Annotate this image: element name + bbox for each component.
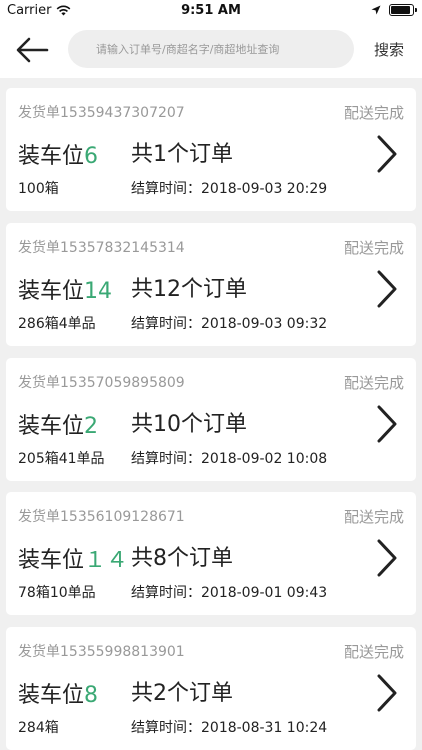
status-label: 配送完成: [343, 643, 404, 661]
bay-label: 装车位: [18, 279, 85, 304]
search-button[interactable]: 搜索: [366, 30, 412, 68]
settlement-time: 结算时间：2018-09-02 10:08: [131, 448, 327, 468]
chevron-right-icon[interactable]: [376, 538, 398, 578]
bay-number: 14: [84, 279, 113, 304]
settle-value: 2018-09-03 20:29: [201, 181, 328, 197]
bay-label: 装车位: [18, 414, 85, 439]
search-input[interactable]: [96, 42, 354, 56]
bay-label: 装车位: [18, 144, 85, 169]
settle-label: 结算时间：: [131, 451, 201, 467]
chevron-right-icon[interactable]: [376, 673, 398, 713]
settle-label: 结算时间：: [131, 316, 201, 332]
battery-level: [391, 6, 410, 14]
status-bar: Carrier 9:51 AM: [0, 0, 422, 22]
order-card[interactable]: 发货单15356109128671 配送完成 装车位１４ 共8个订单 78箱10…: [6, 492, 416, 615]
settle-value: 2018-09-03 09:32: [201, 316, 328, 332]
settle-label: 结算时间：: [131, 720, 201, 736]
loading-bay: 装车位8: [18, 677, 98, 709]
shipment-number: 发货单15356109128671: [18, 509, 185, 525]
shipment-number: 发货单15359437307207: [18, 105, 185, 121]
bay-number: 2: [84, 414, 99, 439]
quantity: 284箱: [18, 720, 59, 736]
bay-number: 6: [84, 144, 99, 169]
loading-bay: 装车位2: [18, 408, 98, 440]
status-label: 配送完成: [343, 508, 404, 526]
settle-label: 结算时间：: [131, 585, 201, 601]
chevron-right-icon[interactable]: [376, 404, 398, 444]
chevron-right-icon[interactable]: [376, 269, 398, 309]
bay-number: 8: [84, 683, 99, 708]
order-count: 共1个订单: [131, 142, 233, 167]
order-count: 共8个订单: [131, 546, 233, 571]
settle-value: 2018-09-02 10:08: [201, 451, 328, 467]
order-count: 共2个订单: [131, 681, 233, 706]
order-count: 共12个订单: [131, 277, 247, 302]
clock: 9:51 AM: [181, 3, 241, 18]
quantity: 205箱41单品: [18, 451, 105, 467]
bay-number: １４: [84, 548, 129, 573]
shipment-number: 发货单15355998813901: [18, 644, 185, 660]
arrow-left-icon: [16, 37, 49, 63]
nav-bar: 搜索: [0, 22, 422, 78]
quantity: 78箱10单品: [18, 585, 96, 601]
settlement-time: 结算时间：2018-09-03 09:32: [131, 313, 327, 333]
status-label: 配送完成: [343, 104, 404, 122]
shipment-number: 发货单15357832145314: [18, 240, 185, 256]
settlement-time: 结算时间：2018-08-31 10:24: [131, 717, 327, 737]
settle-label: 结算时间：: [131, 181, 201, 197]
order-card[interactable]: 发货单15357059895809 配送完成 装车位2 共10个订单 205箱4…: [6, 358, 416, 481]
status-indicators: [371, 4, 417, 16]
settlement-time: 结算时间：2018-09-03 20:29: [131, 178, 327, 198]
order-count: 共10个订单: [131, 412, 247, 437]
settle-value: 2018-08-31 10:24: [201, 720, 328, 736]
bay-label: 装车位: [18, 548, 85, 573]
status-label: 配送完成: [343, 239, 404, 257]
settlement-time: 结算时间：2018-09-01 09:43: [131, 582, 327, 602]
settle-value: 2018-09-01 09:43: [201, 585, 328, 601]
shipment-number: 发货单15357059895809: [18, 375, 185, 391]
search-box[interactable]: [68, 30, 354, 68]
loading-bay: 装车位6: [18, 138, 98, 170]
order-card[interactable]: 发货单15357832145314 配送完成 装车位14 共12个订单 286箱…: [6, 223, 416, 346]
back-button[interactable]: [12, 30, 52, 70]
quantity: 100箱: [18, 181, 59, 197]
chevron-right-icon[interactable]: [376, 134, 398, 174]
loading-bay: 装车位14: [18, 273, 112, 305]
loading-bay: 装车位１４: [18, 542, 128, 574]
order-card[interactable]: 发货单15359437307207 配送完成 装车位6 共1个订单 100箱 结…: [6, 88, 416, 211]
bay-label: 装车位: [18, 683, 85, 708]
order-card[interactable]: 发货单15355998813901 配送完成 装车位8 共2个订单 284箱 结…: [6, 627, 416, 750]
quantity: 286箱4单品: [18, 316, 96, 332]
location-arrow-icon: [371, 5, 381, 15]
battery-icon: [389, 4, 417, 16]
status-label: 配送完成: [343, 374, 404, 392]
